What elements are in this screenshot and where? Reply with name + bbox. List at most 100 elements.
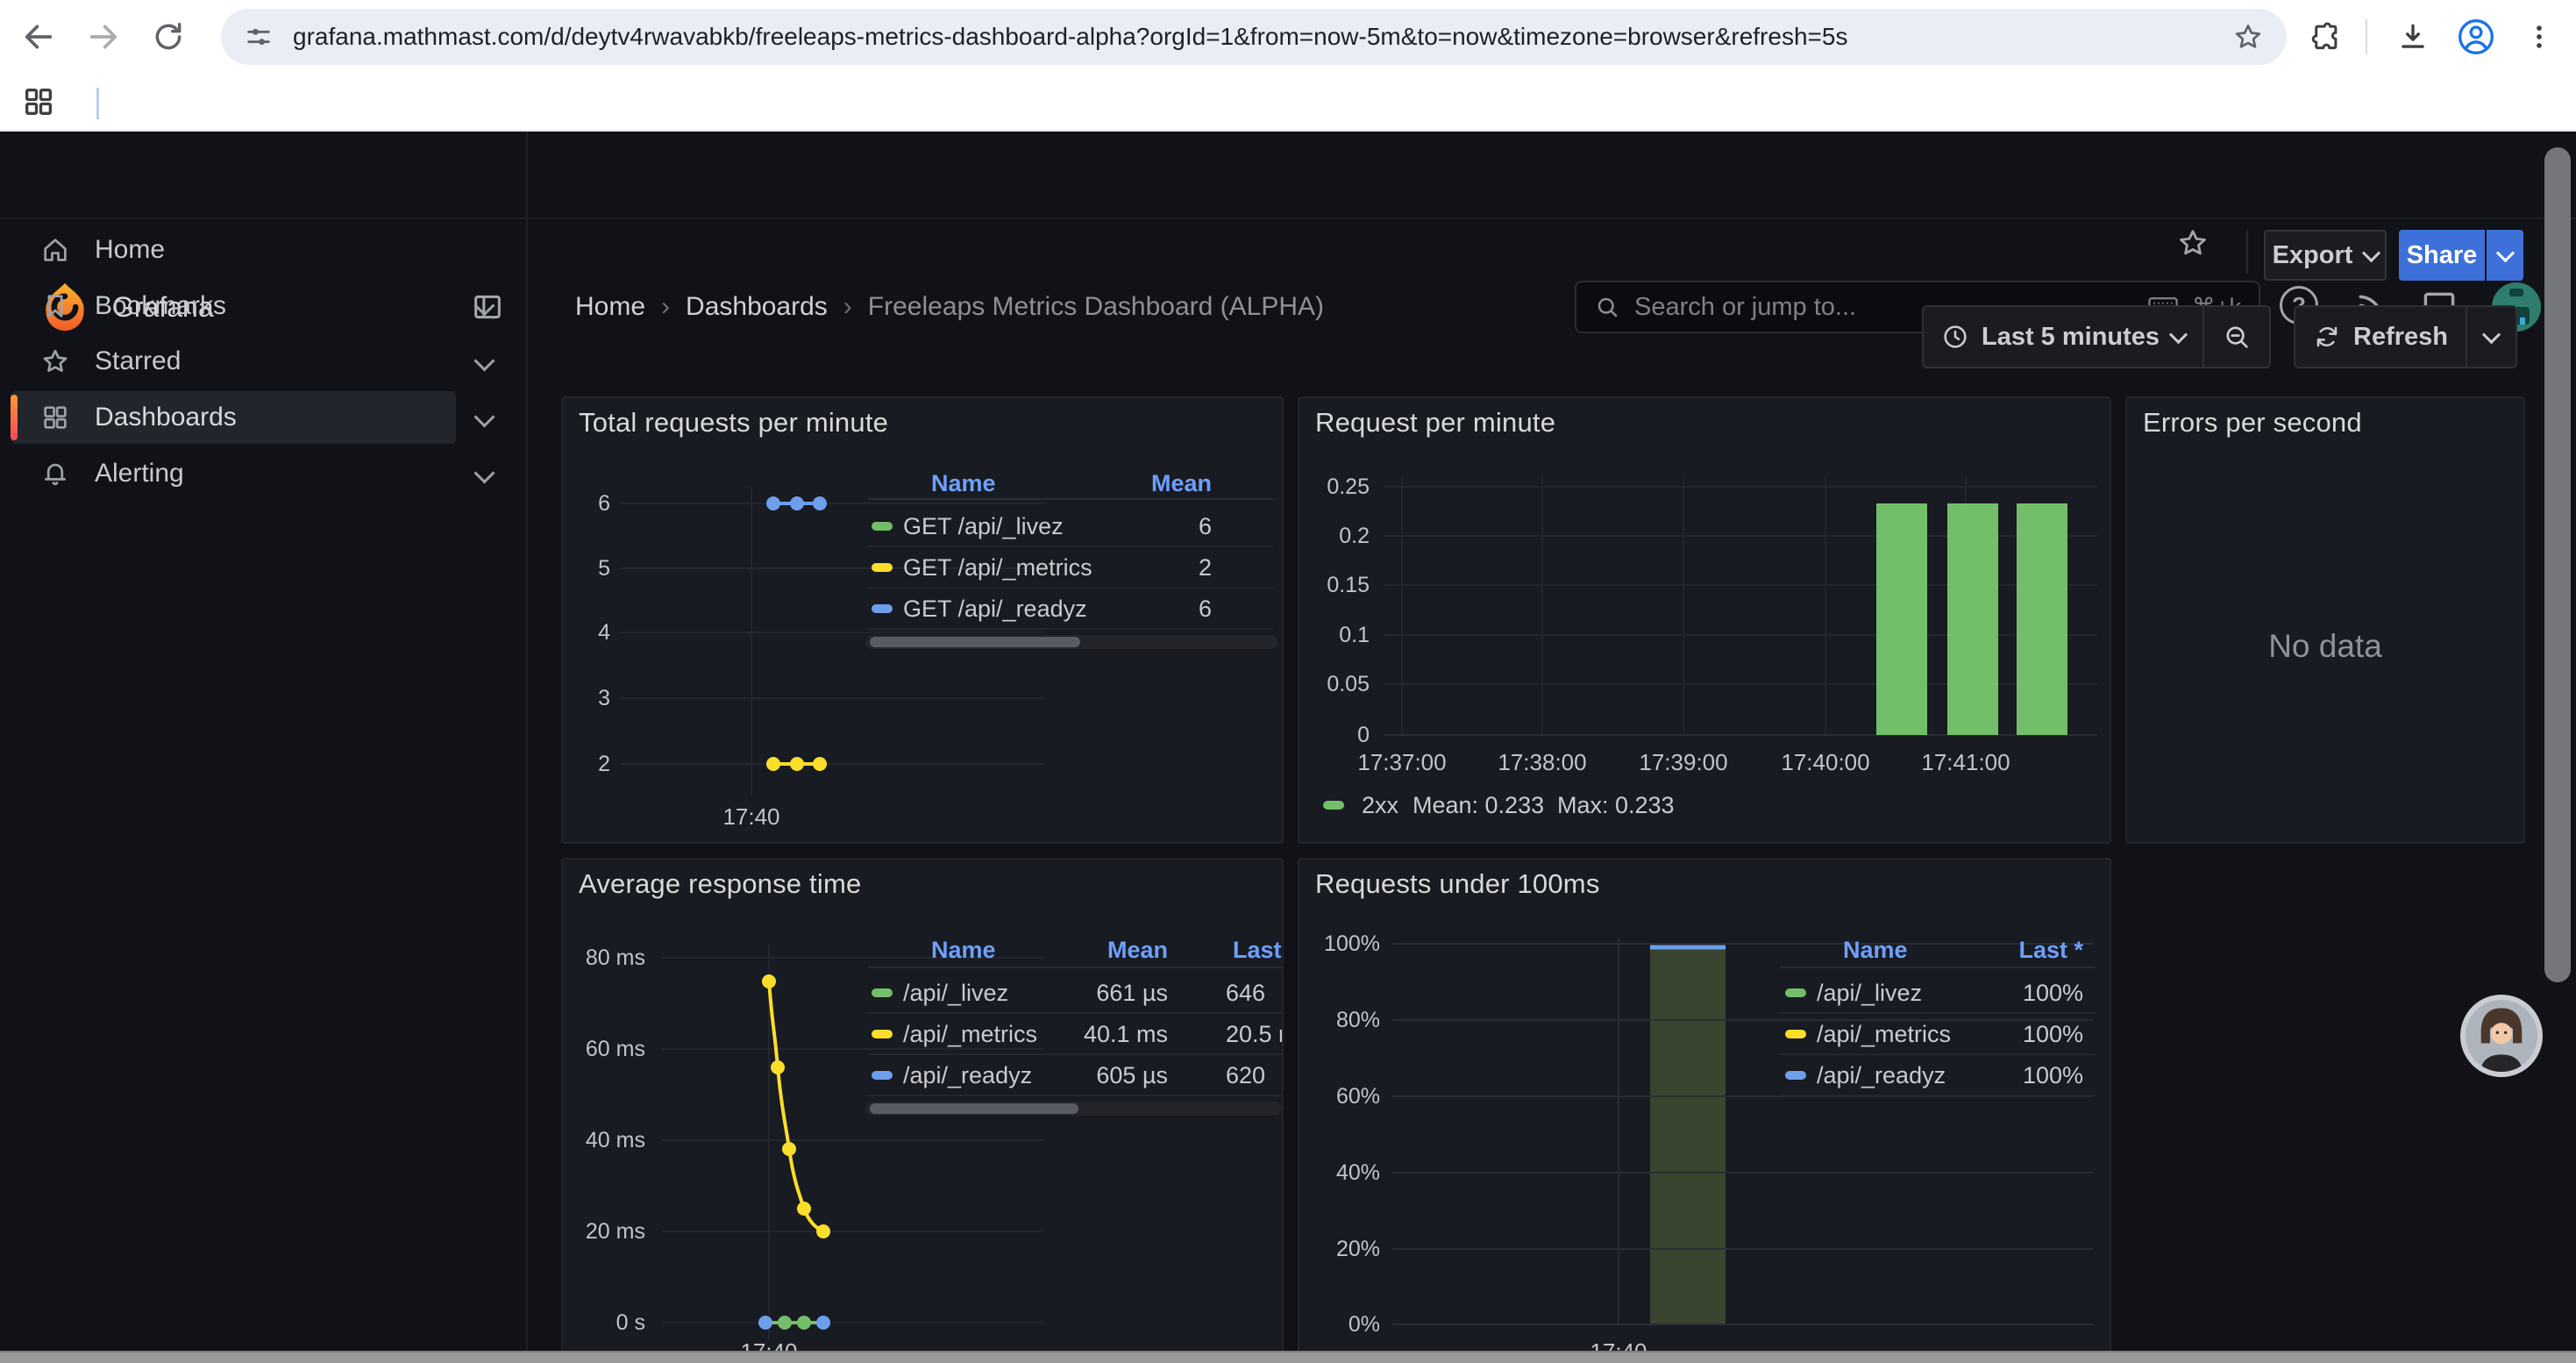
sidebar-item-dashboards[interactable]: Dashboards (11, 391, 456, 444)
series-swatch (872, 604, 893, 613)
bookmark-icon (40, 291, 70, 321)
chart-canvas[interactable] (1299, 398, 2111, 844)
panel-requests-under-100ms: Requests under 100ms 100% 80% 60% 40% 20… (1298, 858, 2111, 1363)
legend-series-name[interactable]: 2xx (1362, 792, 1398, 818)
chevron-down-icon[interactable] (473, 462, 495, 483)
horizontal-scrollbar[interactable] (0, 1351, 2576, 1363)
share-menu-button[interactable] (2487, 230, 2523, 281)
y-tick: 0 (1303, 722, 1370, 748)
reload-icon (152, 20, 185, 54)
apps-shortcut-button[interactable] (21, 84, 56, 119)
legend-header-mean[interactable]: Mean (1036, 937, 1168, 963)
assistant-avatar[interactable] (2460, 995, 2543, 1077)
legend-header-name[interactable]: Name (1843, 937, 1908, 963)
y-tick: 0.1 (1303, 622, 1370, 648)
refresh-label: Refresh (2353, 323, 2448, 352)
profile-button[interactable] (2450, 11, 2502, 63)
y-tick: 4 (563, 619, 610, 646)
sidebar-divider (526, 132, 528, 1351)
legend-series-name[interactable]: /api/_readyz (903, 1062, 1032, 1088)
breadcrumb-dashboards[interactable]: Dashboards (686, 292, 828, 322)
legend-row-divider (868, 546, 1273, 547)
chevron-down-icon[interactable] (473, 406, 495, 427)
refresh-interval-button[interactable] (2467, 307, 2516, 367)
x-tick: 17:40 (699, 803, 804, 830)
site-settings-icon (244, 22, 274, 52)
screen: grafana.mathmast.com/d/deytv4rwavabkb/fr… (0, 0, 2576, 1363)
legend-header-last[interactable]: Last * (1913, 937, 2083, 963)
legend-mean-stat: Mean: 0.233 (1413, 792, 1544, 818)
refresh-controls: Refresh (2294, 305, 2517, 368)
time-range-label: Last 5 minutes (1982, 323, 2160, 352)
legend-series-name[interactable]: /api/_metrics (903, 1021, 1037, 1047)
legend-scrollbar-thumb[interactable] (870, 1103, 1078, 1114)
legend-row-divider (1780, 1012, 2096, 1014)
chevron-down-icon[interactable] (473, 350, 495, 371)
sidebar-item-alerting[interactable]: Alerting (11, 447, 456, 500)
y-tick: 0.05 (1303, 671, 1370, 697)
series-swatch (872, 988, 893, 997)
breadcrumb-separator: › (843, 292, 852, 322)
assistant-avatar-image (2466, 1000, 2537, 1072)
legend-header-name[interactable]: Name (931, 470, 996, 496)
x-tick: 17:39:00 (1618, 749, 1749, 775)
legend-series-name[interactable]: GET /api/_livez (903, 513, 1064, 539)
chart-canvas[interactable] (1299, 860, 2111, 1363)
sidebar-item-bookmarks[interactable]: Bookmarks (11, 280, 456, 332)
y-tick: 40 ms (566, 1127, 645, 1153)
legend-scrollbar-thumb[interactable] (870, 637, 1080, 647)
legend-row-divider (868, 1095, 1282, 1096)
breadcrumb-separator: › (661, 292, 670, 322)
export-button[interactable]: Export (2264, 230, 2387, 281)
legend-header-name[interactable]: Name (931, 937, 996, 963)
legend-series-name[interactable]: /api/_livez (903, 980, 1008, 1006)
share-button[interactable]: Share (2399, 230, 2485, 281)
series-swatch (872, 1071, 893, 1080)
y-tick: 0.2 (1303, 523, 1370, 549)
legend-row-divider (868, 587, 1273, 589)
bookmark-star-icon[interactable] (2232, 21, 2264, 53)
time-range-picker[interactable]: Last 5 minutes (1924, 307, 2202, 367)
page-scrollbar-thumb[interactable] (2544, 147, 2571, 982)
legend-row-divider (868, 1012, 1282, 1014)
sidebar-item-label: Alerting (95, 459, 184, 489)
y-tick: 0% (1303, 1311, 1380, 1338)
sidebar-item-label: Bookmarks (95, 291, 226, 321)
legend-max-stat: Max: 0.233 (1557, 792, 1675, 818)
y-tick: 40% (1303, 1160, 1380, 1186)
browser-back-button[interactable] (12, 11, 65, 63)
legend-series-name[interactable]: GET /api/_readyz (903, 596, 1087, 622)
legend-last-value: 20.5 m (1226, 1021, 1284, 1047)
breadcrumb-home[interactable]: Home (575, 292, 645, 322)
toolbar-divider (2366, 19, 2367, 54)
browser-forward-button[interactable] (77, 11, 130, 63)
browser-reload-button[interactable] (142, 11, 195, 63)
y-tick: 20 ms (566, 1218, 645, 1245)
browser-menu-button[interactable] (2513, 11, 2565, 63)
series-swatch (1785, 988, 1806, 997)
clock-icon (1941, 323, 1969, 351)
panel-total-requests: Total requests per minute 6 5 4 3 2 17:4… (561, 396, 1284, 844)
series-swatch (1785, 1030, 1806, 1038)
x-tick: 17:40:00 (1760, 749, 1891, 775)
refresh-button[interactable]: Refresh (2295, 307, 2466, 367)
bookmarks-divider (96, 88, 99, 119)
zoom-out-button[interactable] (2204, 307, 2269, 367)
legend-series-value: 6 (1089, 513, 1212, 539)
arrow-left-icon (21, 19, 56, 54)
zoom-out-icon (2222, 322, 2252, 352)
downloads-button[interactable] (2387, 11, 2439, 63)
legend-series-name[interactable]: GET /api/_metrics (903, 554, 1092, 581)
sidebar-item-starred[interactable]: Starred (11, 335, 456, 388)
legend-header-last[interactable]: Last * (1233, 937, 1284, 963)
legend-header-mean[interactable]: Mean (1089, 470, 1212, 496)
favorite-dashboard-button[interactable] (2176, 226, 2210, 260)
extensions-button[interactable] (2299, 11, 2352, 63)
series-swatch (1323, 801, 1344, 810)
legend-mean-value: 661 µs (1036, 980, 1168, 1006)
address-bar[interactable]: grafana.mathmast.com/d/deytv4rwavabkb/fr… (221, 9, 2287, 65)
panel-title[interactable]: Errors per second (2143, 407, 2362, 439)
legend-series-name[interactable]: /api/_livez (1817, 980, 1922, 1006)
y-tick: 6 (563, 490, 610, 517)
sidebar-item-home[interactable]: Home (11, 224, 456, 276)
